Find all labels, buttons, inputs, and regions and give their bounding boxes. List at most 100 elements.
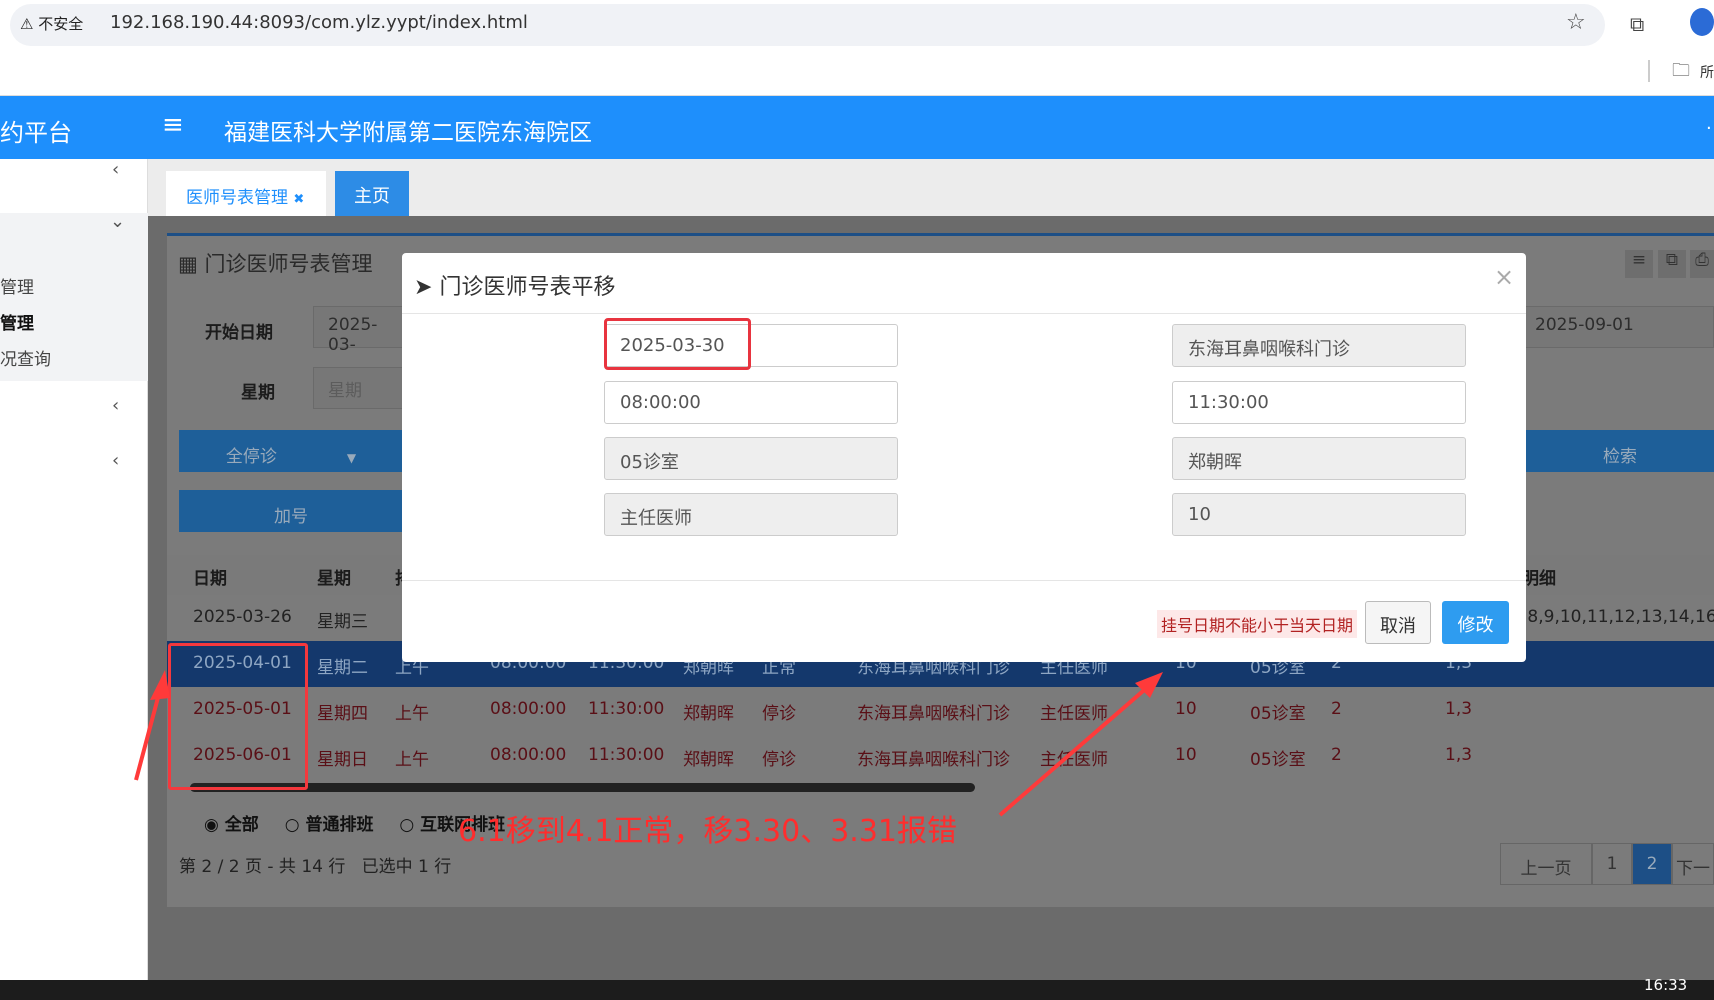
header-user-menu[interactable]: ·	[1706, 118, 1712, 139]
col-detail[interactable]: 明细	[1522, 564, 1556, 589]
start-time-field[interactable]: 08:00:00	[604, 381, 898, 424]
sidebar-item[interactable]: 管理	[0, 273, 34, 298]
security-warning[interactable]: ⚠ 不安全	[20, 13, 83, 34]
cell-date: 2025-03-26	[193, 607, 292, 627]
cell-limit: 10	[1175, 745, 1197, 765]
bookmarks-bar: 🗀 所	[0, 52, 1714, 96]
dialog-divider	[402, 580, 1526, 581]
brand-title: 约平台	[0, 119, 72, 147]
cell-status: 停诊	[762, 750, 796, 770]
prev-page-button[interactable]: 上一页	[1500, 843, 1592, 885]
end-date-input[interactable]: 2025-09-01	[1520, 306, 1714, 348]
cell-doctor: 郑朝晖	[683, 704, 734, 724]
copy-icon[interactable]: ⧉	[1658, 250, 1686, 278]
chevron-down-icon[interactable]: ⌄	[110, 211, 125, 232]
cell-start: 08:00:00	[490, 745, 567, 765]
dialog-title: ➤ 门诊医师号表平移	[414, 269, 615, 301]
close-icon[interactable]: ×	[1494, 263, 1514, 291]
search-button[interactable]: 检索	[1526, 430, 1714, 472]
table-row[interactable]: 2025-06-01 星期日 上午 08:00:00 11:30:00 郑朝晖 …	[167, 733, 1714, 779]
cell-start: 08:00:00	[490, 699, 567, 719]
os-taskbar: 16:33	[0, 976, 1714, 1000]
chevron-left-icon[interactable]: ‹	[112, 450, 119, 471]
taskbar-clock[interactable]: 16:33	[1644, 976, 1687, 994]
panel-title: ▦ 门诊医师号表管理	[178, 248, 373, 278]
page-count-text: 第 2 / 2 页 - 共 14 行	[179, 857, 346, 877]
limit-field[interactable]: 10	[1172, 493, 1466, 536]
type-field[interactable]: 主任医师	[604, 493, 898, 536]
next-page-button[interactable]: 下一	[1672, 843, 1714, 885]
add-number-button[interactable]: 加号	[179, 490, 403, 532]
weekday-label: 星期	[241, 383, 275, 403]
extensions-icon[interactable]: ⧉	[1630, 12, 1644, 36]
doctor-field[interactable]: 郑朝晖	[1172, 437, 1466, 480]
weekday-select[interactable]: 星期	[313, 367, 403, 409]
cell-room: 05诊室	[1250, 750, 1306, 770]
cell-end: 11:30:00	[588, 699, 665, 719]
cancel-button[interactable]: 取消	[1365, 601, 1431, 644]
page-info: 第 2 / 2 页 - 共 14 行 已选中 1 行	[179, 852, 451, 877]
stop-all-button[interactable]: 全停诊 ▼	[179, 430, 403, 472]
page-2-button[interactable]: 2	[1632, 843, 1672, 885]
cell-dept: 东海耳鼻咽喉科门诊	[857, 704, 1010, 724]
cell-period: 上午	[395, 750, 429, 770]
sidebar-item[interactable]: 况查询	[0, 345, 51, 370]
print-icon[interactable]: ⎙	[1690, 250, 1714, 278]
paper-plane-icon: ➤	[414, 275, 433, 300]
list-icon[interactable]: ≡	[1625, 250, 1653, 278]
error-message: 挂号日期不能小于当天日期	[1157, 610, 1358, 638]
cell-count: 2	[1331, 745, 1342, 765]
cell-detail: 1,3	[1445, 699, 1473, 719]
chevron-left-icon[interactable]: ‹	[112, 159, 119, 180]
cell-status: 停诊	[762, 704, 796, 724]
cell-count: 2	[1331, 699, 1342, 719]
cell-detail: ,8,9,10,11,12,13,14,16,1	[1522, 607, 1714, 627]
sidebar: ‹ ⌄ 管理 管理 况查询 ‹ ‹	[0, 159, 148, 980]
room-field[interactable]: 05诊室	[604, 437, 898, 480]
tab-doctor-schedule[interactable]: 医师号表管理 ✖	[166, 171, 326, 216]
dialog-title-text: 门诊医师号表平移	[439, 275, 616, 300]
radio-normal-label: 普通排班	[305, 815, 374, 835]
col-weekday[interactable]: 星期	[317, 564, 351, 589]
annotation-text: 6.1移到4.1正常，移3.30、3.31报错	[458, 814, 958, 849]
bookmark-folder-label[interactable]: 所	[1700, 62, 1714, 82]
end-time-field[interactable]: 11:30:00	[1172, 381, 1466, 424]
caret-down-icon: ▼	[346, 451, 357, 465]
cell-period: 上午	[395, 704, 429, 724]
cell-weekday: 星期四	[317, 704, 368, 724]
url-text[interactable]: 192.168.190.44:8093/com.ylz.yypt/index.h…	[110, 12, 528, 33]
page-1-button[interactable]: 1	[1592, 843, 1632, 885]
cell-doctor: 郑朝晖	[683, 750, 734, 770]
bookmark-star-icon[interactable]: ☆	[1566, 10, 1586, 35]
profile-avatar[interactable]	[1690, 8, 1714, 36]
cell-weekday: 星期二	[317, 658, 368, 678]
cell-limit: 10	[1175, 699, 1197, 719]
folder-icon[interactable]: 🗀	[1672, 58, 1690, 88]
cell-end: 11:30:00	[588, 745, 665, 765]
tab-label: 医师号表管理	[186, 188, 288, 208]
sidebar-item-active[interactable]: 管理	[0, 309, 34, 334]
cell-room: 05诊室	[1250, 704, 1306, 724]
chevron-left-icon[interactable]: ‹	[112, 395, 119, 416]
radio-normal[interactable]: ○ 普通排班	[285, 815, 374, 835]
hamburger-menu-icon[interactable]: ≡	[162, 110, 184, 140]
cell-detail: 1,3	[1445, 745, 1473, 765]
cell-weekday: 星期日	[317, 750, 368, 770]
tab-home[interactable]: 主页	[335, 171, 409, 216]
radio-all[interactable]: ◉ 全部	[204, 815, 259, 835]
col-date[interactable]: 日期	[193, 564, 227, 589]
radio-all-label: 全部	[224, 815, 259, 835]
date-highlight-box	[604, 318, 751, 370]
bookmarks-divider	[1648, 60, 1650, 82]
cell-dept: 东海耳鼻咽喉科门诊	[857, 750, 1010, 770]
selected-count-text: 已选中 1 行	[361, 857, 452, 877]
dept-field[interactable]: 东海耳鼻咽喉科门诊	[1172, 324, 1466, 367]
security-label: 不安全	[38, 15, 84, 33]
tab-close-icon[interactable]: ✖	[293, 192, 304, 207]
start-date-label: 开始日期	[205, 323, 273, 343]
table-row[interactable]: 2025-05-01 星期四 上午 08:00:00 11:30:00 郑朝晖 …	[167, 687, 1714, 733]
modify-button[interactable]: 修改	[1442, 601, 1509, 644]
browser-toolbar: ⚠ 不安全 192.168.190.44:8093/com.ylz.yypt/i…	[0, 0, 1714, 52]
hospital-name: 福建医科大学附属第二医院东海院区	[224, 120, 592, 146]
start-date-input[interactable]: 2025-03-	[313, 306, 403, 355]
